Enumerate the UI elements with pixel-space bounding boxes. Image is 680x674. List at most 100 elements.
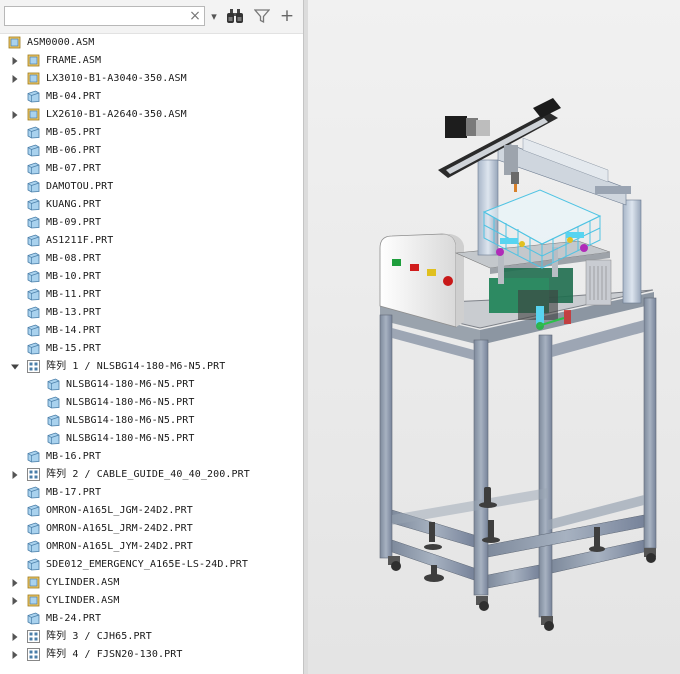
tree-item-mb-24-prt[interactable]: MB-24.PRT	[0, 610, 303, 628]
tree-item-label: MB-06.PRT	[46, 145, 102, 156]
assembly-icon	[8, 36, 21, 49]
tree-item-cylinder-asm[interactable]: CYLINDER.ASM	[0, 592, 303, 610]
tree-item-cylinder-asm[interactable]: CYLINDER.ASM	[0, 574, 303, 592]
tree-item-label: FRAME.ASM	[46, 55, 102, 66]
filter-icon[interactable]	[252, 6, 272, 26]
expand-arrow-icon[interactable]	[10, 592, 20, 610]
green-button-icon	[392, 259, 401, 266]
part-icon	[27, 504, 40, 517]
tree-item-lx2610-b1-a2640-350-asm[interactable]: LX2610-B1-A2640-350.ASM	[0, 106, 303, 124]
tree-item-label: MB-16.PRT	[46, 451, 102, 462]
tree-item-mb-06-prt[interactable]: MB-06.PRT	[0, 142, 303, 160]
part-icon	[27, 234, 40, 247]
search-input[interactable]	[4, 6, 205, 26]
tree-item-1-nlsbg14-180-m6-n5-prt[interactable]: 阵列 1 / NLSBG14-180-M6-N5.PRT	[0, 358, 303, 376]
tree-item-label: SDE012_EMERGENCY_A165E-LS-24D.PRT	[46, 559, 248, 570]
tree-item-label: NLSBG14-180-M6-N5.PRT	[66, 379, 195, 390]
tree-item-label: MB-14.PRT	[46, 325, 102, 336]
part-icon	[27, 126, 40, 139]
tree-item-mb-05-prt[interactable]: MB-05.PRT	[0, 124, 303, 142]
pattern-icon	[27, 630, 40, 643]
tree-item-omron-a165l-jgm-24d2-prt[interactable]: OMRON-A165L_JGM-24D2.PRT	[0, 502, 303, 520]
part-icon	[27, 162, 40, 175]
tree-item-label: MB-11.PRT	[46, 289, 102, 300]
part-icon	[27, 180, 40, 193]
part-icon	[27, 450, 40, 463]
expand-arrow-icon[interactable]	[10, 106, 20, 124]
part-icon	[27, 522, 40, 535]
tree-item-mb-08-prt[interactable]: MB-08.PRT	[0, 250, 303, 268]
tree-item-mb-04-prt[interactable]: MB-04.PRT	[0, 88, 303, 106]
tree-item-mb-16-prt[interactable]: MB-16.PRT	[0, 448, 303, 466]
tree-item-nlsbg14-180-m6-n5-prt[interactable]: NLSBG14-180-M6-N5.PRT	[0, 430, 303, 448]
tree-item-nlsbg14-180-m6-n5-prt[interactable]: NLSBG14-180-M6-N5.PRT	[0, 376, 303, 394]
tree-item-label: MB-09.PRT	[46, 217, 102, 228]
model-tree-toolbar: × ▾ +	[0, 0, 303, 34]
red-button-icon	[410, 264, 419, 271]
expand-arrow-icon[interactable]	[10, 574, 20, 592]
part-icon	[47, 396, 60, 409]
expand-arrow-icon[interactable]	[10, 466, 20, 484]
tree-item-mb-09-prt[interactable]: MB-09.PRT	[0, 214, 303, 232]
tree-item-3-cjh65-prt[interactable]: 阵列 3 / CJH65.PRT	[0, 628, 303, 646]
tree-item-label: 阵列 1 / NLSBG14-180-M6-N5.PRT	[46, 361, 226, 372]
tree-item-damotou-prt[interactable]: DAMOTOU.PRT	[0, 178, 303, 196]
tree-item-mb-14-prt[interactable]: MB-14.PRT	[0, 322, 303, 340]
tree-item-mb-13-prt[interactable]: MB-13.PRT	[0, 304, 303, 322]
part-icon	[27, 540, 40, 553]
dropdown-icon[interactable]: ▾	[208, 6, 220, 26]
tree-item-sde012-emergency-a165e-ls-24d-prt[interactable]: SDE012_EMERGENCY_A165E-LS-24D.PRT	[0, 556, 303, 574]
tree-item-mb-10-prt[interactable]: MB-10.PRT	[0, 268, 303, 286]
tree-item-mb-11-prt[interactable]: MB-11.PRT	[0, 286, 303, 304]
part-icon	[27, 270, 40, 283]
machine-model	[379, 98, 657, 631]
model-tree-panel: × ▾ + ASM0000.ASM FRAME.ASM LX3010-B1-A304…	[0, 0, 303, 674]
tree-item-label: OMRON-A165L_JGM-24D2.PRT	[46, 505, 193, 516]
binoculars-icon[interactable]	[224, 6, 246, 26]
tree-item-label: MB-15.PRT	[46, 343, 102, 354]
tree-item-mb-07-prt[interactable]: MB-07.PRT	[0, 160, 303, 178]
tree-item-label: MB-04.PRT	[46, 91, 102, 102]
yellow-button-icon	[427, 269, 436, 276]
part-icon	[27, 306, 40, 319]
emergency-stop-icon	[443, 276, 453, 286]
tree-root-asm0000[interactable]: ASM0000.ASM	[0, 34, 303, 52]
add-icon[interactable]: +	[278, 6, 296, 26]
3d-graphics-viewport[interactable]	[308, 0, 680, 674]
expand-arrow-icon[interactable]	[10, 646, 20, 664]
expand-arrow-icon[interactable]	[10, 70, 20, 88]
part-icon	[47, 378, 60, 391]
tree-item-label: OMRON-A165L_JYM-24D2.PRT	[46, 541, 193, 552]
tree-item-4-fjsn20-130-prt[interactable]: 阵列 4 / FJSN20-130.PRT	[0, 646, 303, 664]
tree-item-label: NLSBG14-180-M6-N5.PRT	[66, 433, 195, 444]
tree-item-nlsbg14-180-m6-n5-prt[interactable]: NLSBG14-180-M6-N5.PRT	[0, 412, 303, 430]
tree-item-label: LX2610-B1-A2640-350.ASM	[46, 109, 187, 120]
tree-item-mb-17-prt[interactable]: MB-17.PRT	[0, 484, 303, 502]
part-icon	[27, 324, 40, 337]
tree-item-nlsbg14-180-m6-n5-prt[interactable]: NLSBG14-180-M6-N5.PRT	[0, 394, 303, 412]
part-icon	[27, 144, 40, 157]
collapse-arrow-icon[interactable]	[10, 358, 20, 376]
part-icon	[47, 432, 60, 445]
assembly-icon	[27, 72, 40, 85]
part-icon	[27, 342, 40, 355]
tree-item-label: MB-07.PRT	[46, 163, 102, 174]
tree-item-mb-15-prt[interactable]: MB-15.PRT	[0, 340, 303, 358]
tree-item-label: MB-05.PRT	[46, 127, 102, 138]
tree-item-as1211f-prt[interactable]: AS1211F.PRT	[0, 232, 303, 250]
stand-frame	[379, 289, 657, 618]
expand-arrow-icon[interactable]	[10, 52, 20, 70]
tree-item-label: 阵列 2 / CABLE_GUIDE_40_40_200.PRT	[46, 469, 250, 480]
pattern-icon	[27, 648, 40, 661]
tree-item-frame-asm[interactable]: FRAME.ASM	[0, 52, 303, 70]
part-icon	[27, 198, 40, 211]
tree-item-2-cable-guide-40-40-200-prt[interactable]: 阵列 2 / CABLE_GUIDE_40_40_200.PRT	[0, 466, 303, 484]
tree-item-omron-a165l-jrm-24d2-prt[interactable]: OMRON-A165L_JRM-24D2.PRT	[0, 520, 303, 538]
tree-item-omron-a165l-jym-24d2-prt[interactable]: OMRON-A165L_JYM-24D2.PRT	[0, 538, 303, 556]
tree-item-label: CYLINDER.ASM	[46, 595, 120, 606]
clear-search-icon[interactable]: ×	[188, 6, 202, 26]
tree-item-kuang-prt[interactable]: KUANG.PRT	[0, 196, 303, 214]
tree-item-lx3010-b1-a3040-350-asm[interactable]: LX3010-B1-A3040-350.ASM	[0, 70, 303, 88]
expand-arrow-icon[interactable]	[10, 628, 20, 646]
tree-item-label: NLSBG14-180-M6-N5.PRT	[66, 397, 195, 408]
